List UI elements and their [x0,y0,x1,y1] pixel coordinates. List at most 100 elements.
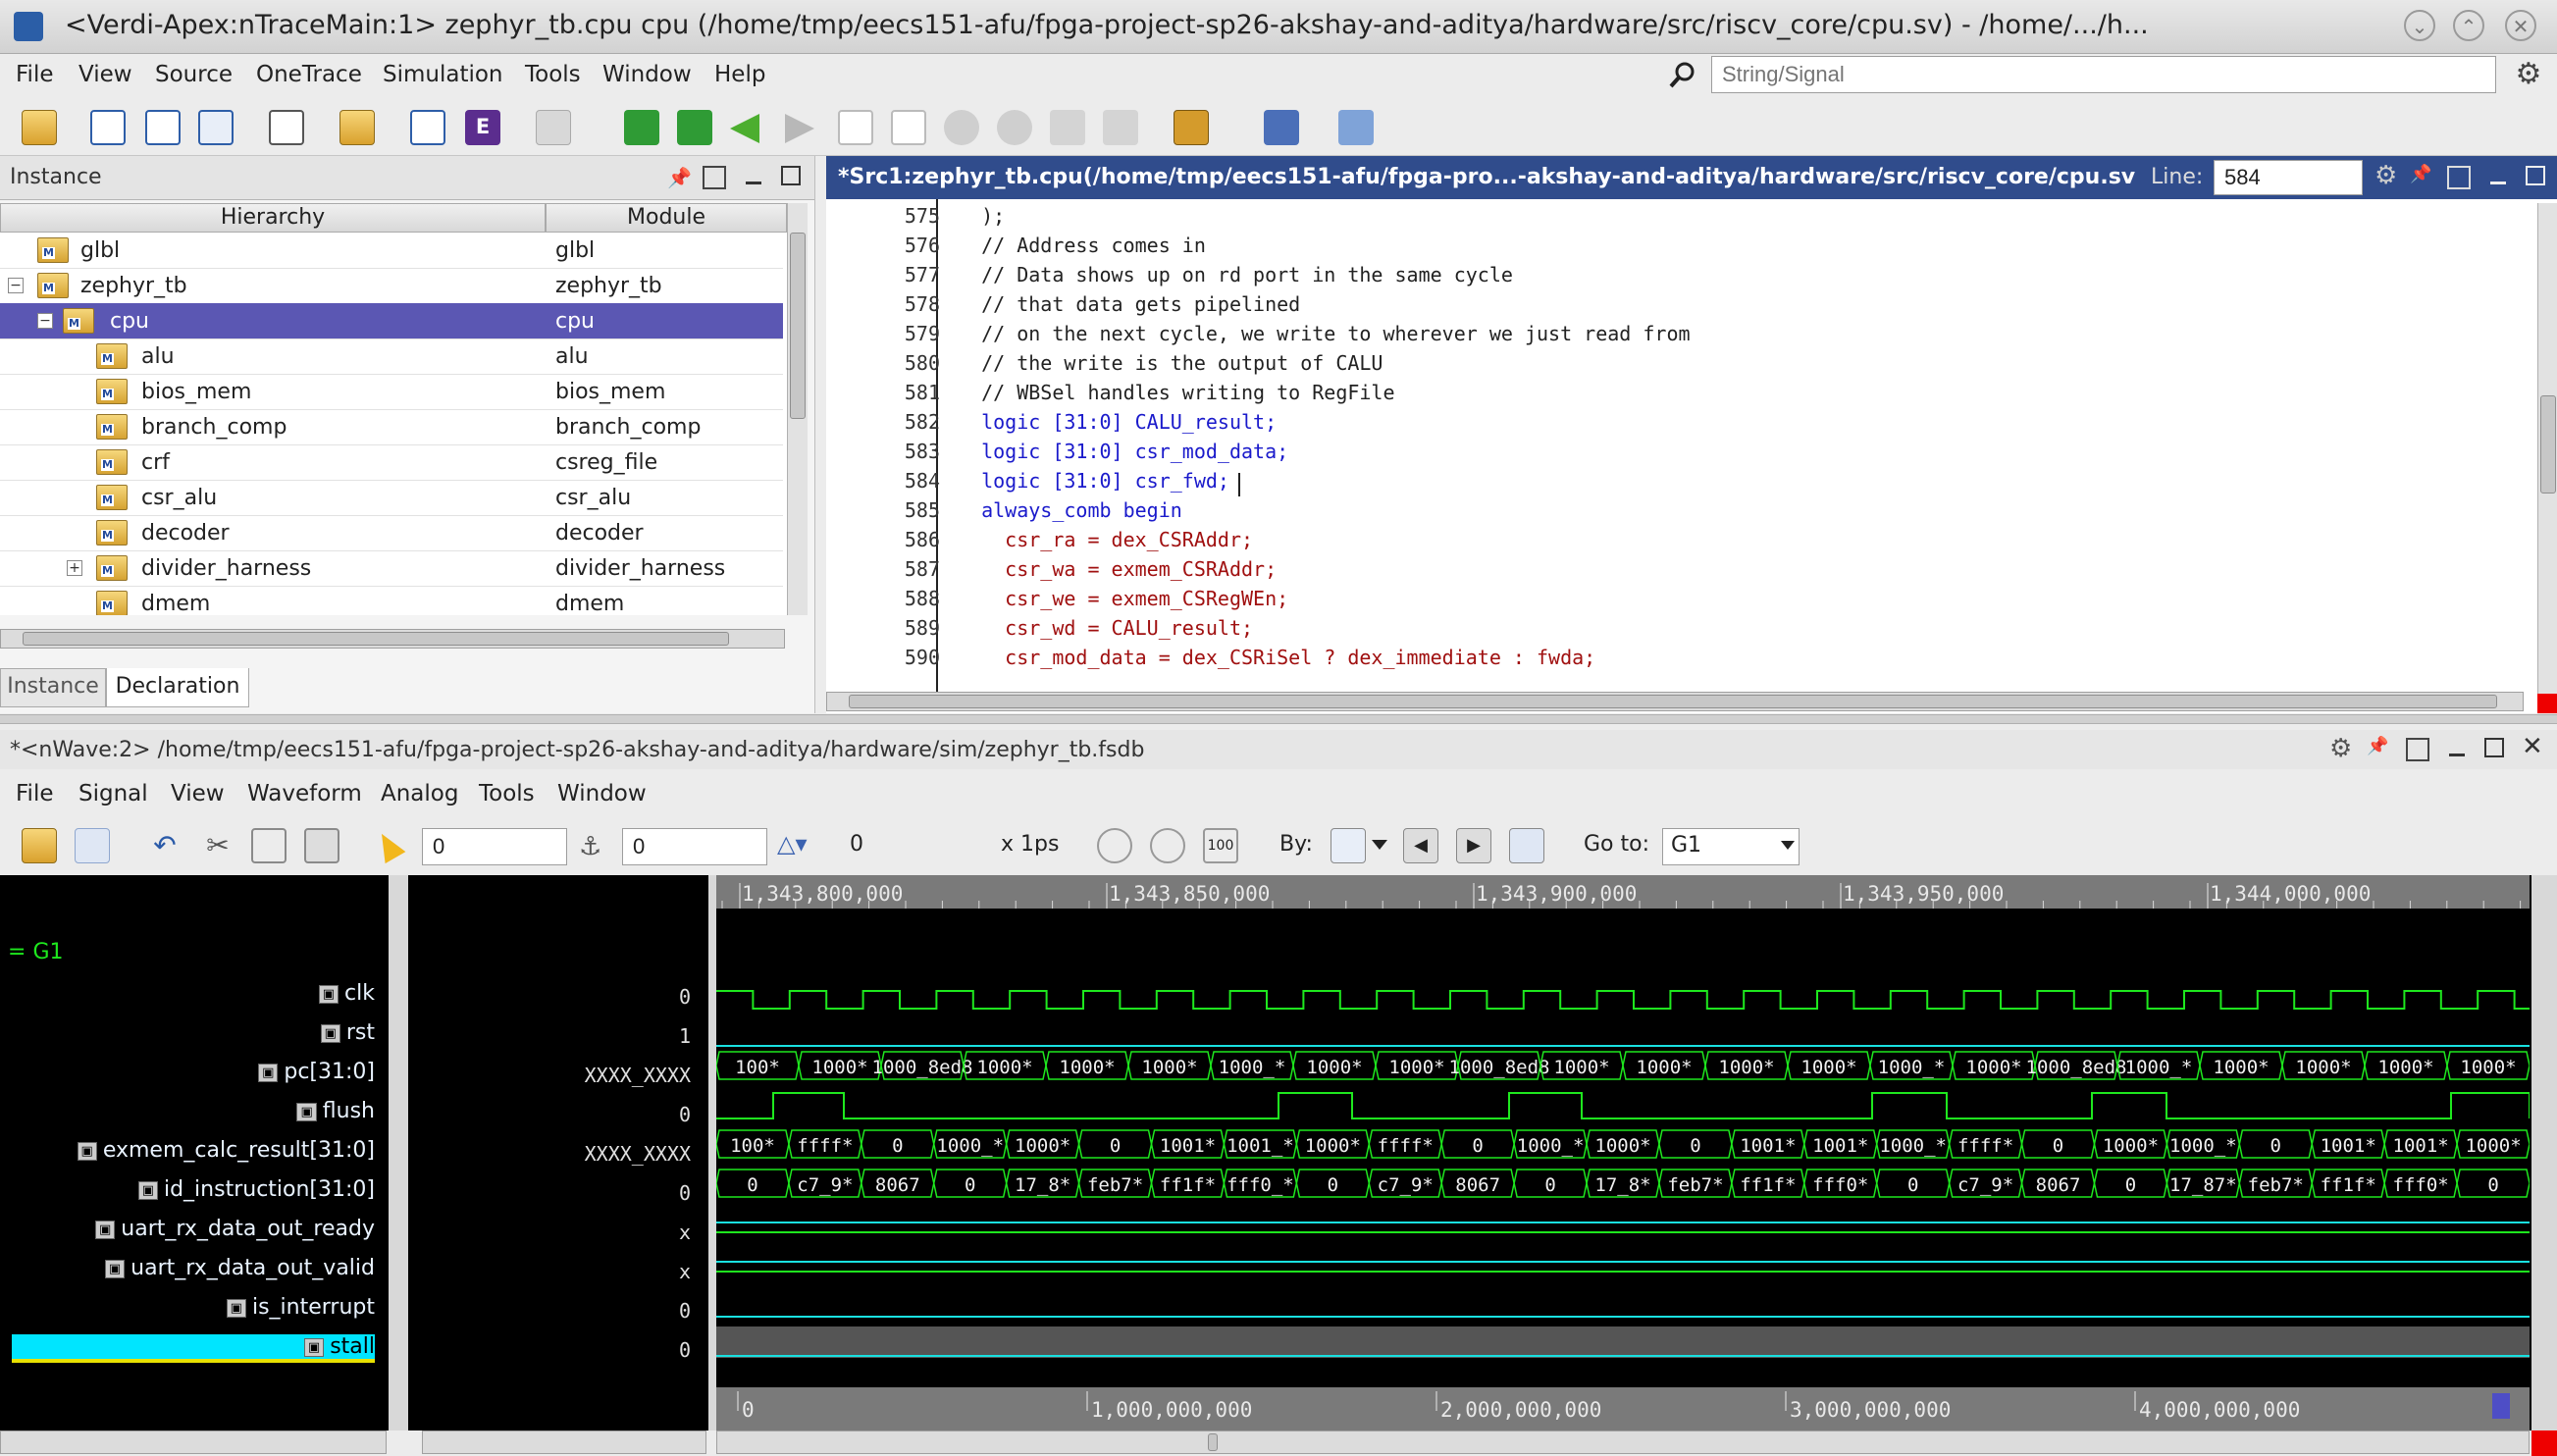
menu-view[interactable]: View [78,62,132,87]
trace-load-icon[interactable] [624,110,659,145]
goto-select[interactable]: G1 [1662,828,1800,865]
code-line[interactable]: 576 // Address comes in [830,234,1206,263]
instance-hscroll-thumb[interactable] [23,632,729,646]
tree-row-decoder[interactable]: decoder decoder [0,515,783,551]
zoom-in-icon[interactable] [1150,828,1185,863]
code-line[interactable]: 579 // on the next cycle, we write to wh… [830,322,1691,351]
tree-row-cpu[interactable]: − cpu cpu [0,303,783,339]
amp-icon[interactable] [1264,110,1299,145]
zoom-fit-icon[interactable]: 100 [1203,828,1238,863]
undock-icon[interactable] [2406,738,2429,761]
undock-icon[interactable] [703,166,726,189]
collapse-icon[interactable]: − [8,278,24,293]
tree-row-alu[interactable]: alu alu [0,338,783,375]
menu-source[interactable]: Source [155,62,233,87]
book-icon[interactable] [1174,110,1209,145]
signal-row-is-interrupt[interactable]: ▣ is_interrupt [226,1295,375,1320]
maximize-panel-icon[interactable] [781,166,801,185]
search-by-icon[interactable] [1331,828,1366,863]
undock-icon[interactable] [2447,166,2471,189]
schematic-icon[interactable] [198,110,234,145]
signal-row-uart-rx-data-out-valid[interactable]: ▣ uart_rx_data_out_valid [104,1256,375,1280]
e-icon[interactable]: E [465,110,500,145]
search-input[interactable] [1711,56,2496,93]
code-line[interactable]: 584 logic [31:0] csr_fwd; [830,469,1229,498]
close-icon[interactable]: ✕ [2505,10,2536,41]
line-number-input[interactable] [2214,160,2363,195]
up-icon[interactable] [944,110,979,145]
signal-name-vscrollbar[interactable] [389,875,408,1430]
folder-icon[interactable] [339,110,375,145]
tab-declaration[interactable]: Declaration [106,668,249,707]
code-line[interactable]: 587 csr_wa = exmem_CSRAddr; [830,557,1277,587]
edit-icon[interactable] [410,110,445,145]
hierarchy2-icon[interactable] [1103,110,1138,145]
trace-driver-icon[interactable] [677,110,712,145]
arrow-right-icon[interactable] [785,114,814,143]
down-icon[interactable] [997,110,1032,145]
expand-icon[interactable]: + [67,560,82,576]
source-vscrollbar[interactable] [2537,203,2557,703]
pin-icon[interactable]: 📌 [667,166,692,189]
nwave-menu-view[interactable]: View [171,781,225,806]
waveform-canvas[interactable]: 1,343,800,000 1,343,850,000 1,343,900,000 1… [716,875,2530,1430]
code-line[interactable]: 590 csr_mod_data = dex_CSRiSel ? dex_imm… [830,646,1595,675]
open-folder-icon[interactable] [22,110,57,145]
code-line[interactable]: 583 logic [31:0] csr_mod_data; [830,440,1288,469]
source-hscroll-thumb[interactable] [849,695,2497,708]
waveform-vscrollbar[interactable] [2531,875,2557,1430]
signal-row-id-instruction[interactable]: ▣ id_instruction[31:0] [137,1177,375,1202]
signal-row-stall[interactable]: ▣ stall [12,1334,375,1363]
code-line[interactable]: 577 // Data shows up on rd port in the s… [830,263,1513,292]
nwave-menu-file[interactable]: File [16,781,54,806]
nwave-menu-tools[interactable]: Tools [479,781,535,806]
tree-row-csr-alu[interactable]: csr_alu csr_alu [0,480,783,516]
tree-row-crf[interactable]: crf csreg_file [0,444,783,481]
settings-icon[interactable]: ⚙ [2329,734,2359,763]
window-icon[interactable] [269,110,304,145]
code-line[interactable]: 575 ); [830,204,1005,234]
menu-tools[interactable]: Tools [525,62,581,87]
instance-hscrollbar[interactable] [0,629,785,649]
ams-icon[interactable] [1338,110,1374,145]
pane-splitter[interactable] [0,714,2557,724]
cursor-time-input[interactable] [422,828,567,865]
menu-file[interactable]: File [16,62,54,87]
next-icon[interactable]: ▶ [1456,828,1491,863]
pin-icon[interactable]: 📌 [2410,164,2433,187]
pointer-icon[interactable] [371,827,406,864]
waveform-hscroll-thumb[interactable] [1208,1433,1218,1451]
tab-instance[interactable]: Instance [0,668,106,707]
maximize-panel-icon[interactable] [2484,738,2504,757]
instance-vscrollbar[interactable] [787,203,808,615]
code-line[interactable]: 586 csr_ra = dex_CSRAddr; [830,528,1253,557]
pin-icon[interactable]: 📌 [2367,736,2390,759]
minimize-icon[interactable]: ⌄ [2404,10,2435,41]
signal-row-clk[interactable]: ▣ clk [318,981,375,1006]
gear-icon[interactable]: ⚙ [2512,58,2545,91]
prev-icon[interactable]: ◀ [1403,828,1438,863]
nwave-menu-signal[interactable]: Signal [78,781,148,806]
tree-row-branch-comp[interactable]: branch_comp branch_comp [0,409,783,445]
cut-icon[interactable]: ✂ [200,828,235,863]
nwave-menu-analog[interactable]: Analog [381,781,458,806]
code-line[interactable]: 588 csr_we = exmem_CSRegWEn; [830,587,1288,616]
module-view-icon[interactable] [90,110,126,145]
copy-icon[interactable] [251,828,287,863]
zoom-out-icon[interactable] [1097,828,1132,863]
tree-row-divider-harness[interactable]: + divider_harness divider_harness [0,550,783,587]
signal-row-rst[interactable]: ▣ rst [320,1020,375,1045]
paste-icon[interactable] [304,828,339,863]
design-view-icon[interactable] [145,110,181,145]
tree-row-bios-mem[interactable]: bios_mem bios_mem [0,374,783,410]
tree-row-glbl[interactable]: glbl glbl [0,233,783,269]
code-line[interactable]: 582 logic [31:0] CALU_result; [830,410,1277,440]
signal-name-hscrollbar[interactable] [0,1430,387,1454]
code-line[interactable]: 585 always_comb begin [830,498,1182,528]
marker-icon[interactable]: ⚓ [579,832,608,861]
arrow-left-icon[interactable] [730,114,759,143]
menu-window[interactable]: Window [602,62,692,87]
menu-help[interactable]: Help [714,62,765,87]
signal-row-exmem-calc-result[interactable]: ▣ exmem_calc_result[31:0] [77,1138,375,1163]
module-column-header[interactable]: Module [546,203,787,233]
